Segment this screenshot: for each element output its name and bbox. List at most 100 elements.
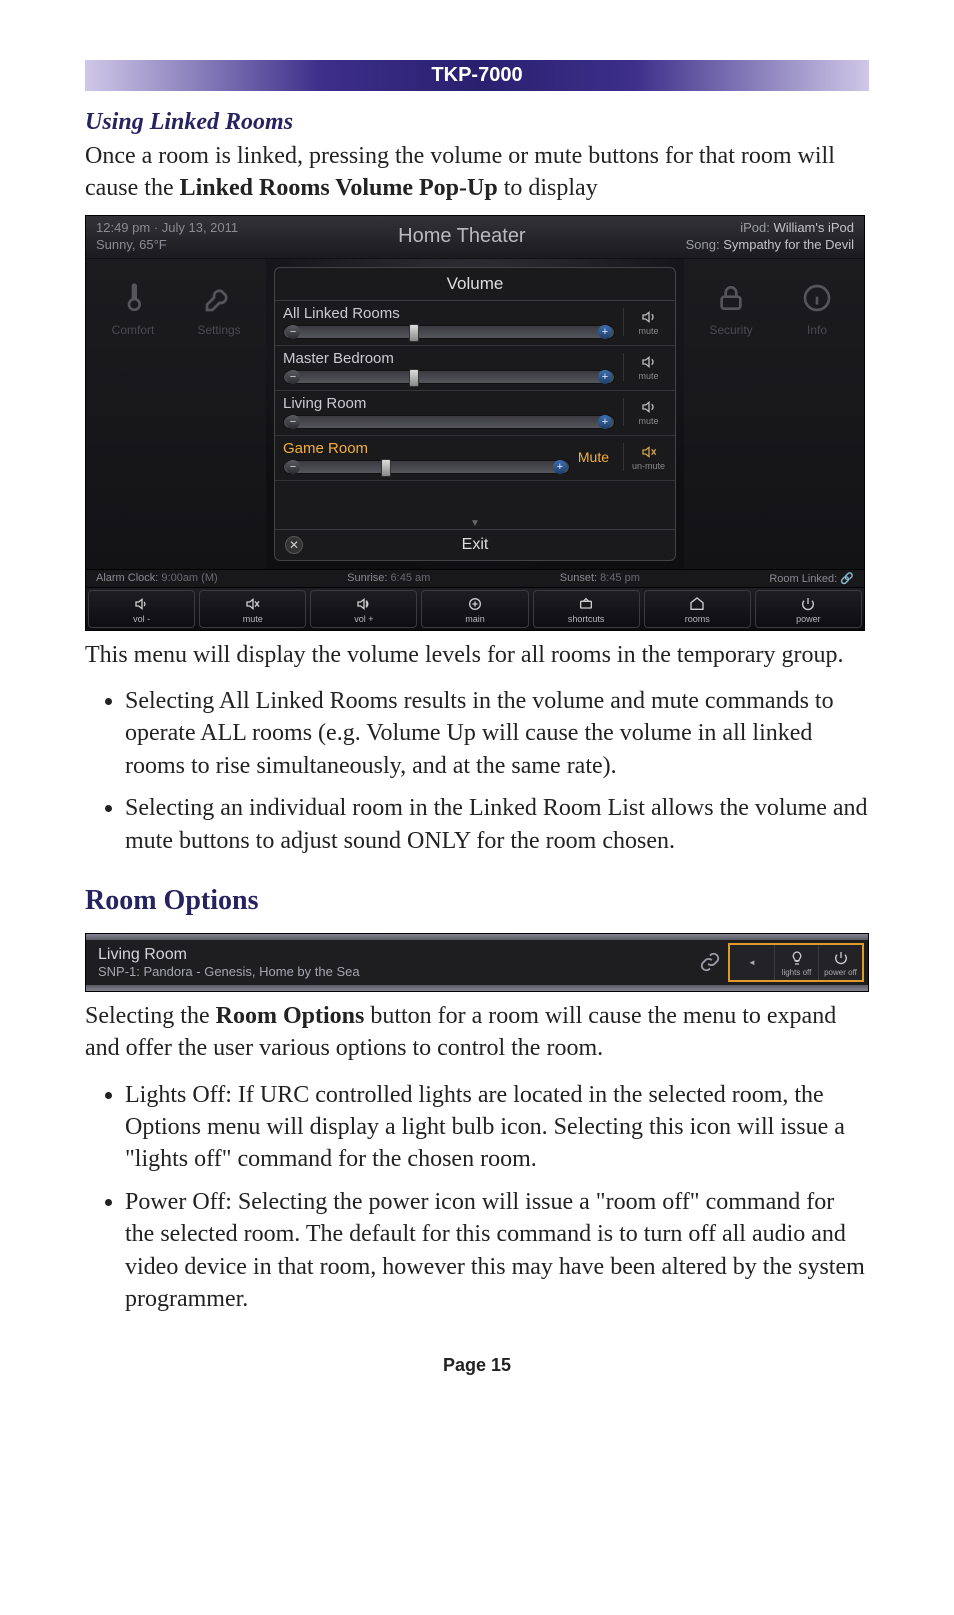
room-options-bullets: Lights Off: If URC controlled lights are… (125, 1079, 869, 1316)
mute-button[interactable]: mute (623, 353, 667, 381)
b1-bold: All Linked Rooms (219, 688, 398, 714)
bottom-button-label: rooms (685, 614, 710, 624)
info-icon (796, 277, 838, 319)
volume-slider[interactable]: −+ (283, 370, 615, 384)
bb1-post: : If URC controlled lights are located i… (125, 1082, 845, 1173)
bb1-bold: Lights Off (125, 1082, 225, 1108)
now-playing: SNP-1: Pandora - Genesis, Home by the Se… (98, 964, 680, 979)
slider-plus-button[interactable]: + (598, 370, 612, 384)
power-off-label: power off (824, 968, 857, 977)
sunrise-value: 6:45 am (391, 572, 431, 584)
tile-comfort[interactable]: Comfort (103, 277, 163, 337)
vol-minus-icon (133, 595, 151, 613)
power-off-button[interactable]: power off (818, 945, 862, 980)
slider-plus-button[interactable]: + (598, 325, 612, 339)
slider-plus-button[interactable]: + (553, 460, 567, 474)
volume-row[interactable]: All Linked Rooms−+mute (275, 301, 675, 346)
mute-icon (244, 595, 262, 613)
bottom-shortcuts-button[interactable]: shortcuts (533, 590, 640, 628)
volume-row[interactable]: Game Room−+Muteun-mute (275, 436, 675, 481)
slider-plus-button[interactable]: + (598, 415, 612, 429)
bullet-lights-off: Lights Off: If URC controlled lights are… (125, 1079, 869, 1176)
speaker-icon (639, 353, 659, 371)
as2-bold: Room Options (216, 1003, 365, 1029)
tile-settings[interactable]: Settings (189, 277, 249, 337)
page-number: Page 15 (85, 1355, 869, 1376)
bottom-vol-minus-button[interactable]: vol - (88, 590, 195, 628)
linked-rooms-bullets: Selecting All Linked Rooms results in th… (125, 685, 869, 857)
screen-title: Home Theater (398, 225, 525, 248)
bottom-rooms-button[interactable]: rooms (644, 590, 751, 628)
mute-button[interactable]: mute (623, 308, 667, 336)
lights-off-button[interactable]: lights off (774, 945, 818, 980)
tile-security[interactable]: Security (701, 277, 761, 337)
close-icon[interactable]: ✕ (285, 536, 303, 554)
left-side-tiles: Comfort Settings (86, 259, 266, 569)
weather: Sunny, 65°F (96, 237, 238, 254)
bottom-power-button[interactable]: power (755, 590, 862, 628)
speaker-icon (639, 308, 659, 326)
tile-comfort-label: Comfort (112, 323, 155, 337)
slider-minus-button[interactable]: − (286, 415, 300, 429)
bottom-vol-plus-button[interactable]: vol + (310, 590, 417, 628)
collapse-button[interactable]: ◄ (730, 945, 774, 980)
slider-minus-button[interactable]: − (286, 370, 300, 384)
bb2-bold: Power Off (125, 1189, 225, 1215)
tile-info[interactable]: Info (787, 277, 847, 337)
power-icon (833, 948, 849, 968)
mute-button[interactable]: mute (623, 398, 667, 426)
after-scr2-text: Selecting the Room Options button for a … (85, 1000, 869, 1065)
volume-slider[interactable]: −+ (283, 460, 570, 474)
intro-bold: Linked Rooms Volume Pop-Up (180, 175, 498, 201)
volume-row[interactable]: Master Bedroom−+mute (275, 346, 675, 391)
room-info[interactable]: Living Room SNP-1: Pandora - Genesis, Ho… (86, 940, 692, 985)
bottom-main-button[interactable]: main (421, 590, 528, 628)
volume-slider[interactable]: −+ (283, 415, 615, 429)
mute-cell-label: mute (638, 371, 658, 381)
slider-thumb[interactable] (381, 459, 391, 477)
bb2-post: : Selecting the power icon will issue a … (125, 1189, 865, 1312)
lightbulb-icon (789, 948, 805, 968)
as2-pre: Selecting the (85, 1003, 216, 1029)
tile-security-label: Security (709, 323, 752, 337)
bottom-button-label: main (465, 614, 485, 624)
volume-popup-panel: Volume All Linked Rooms−+muteMaster Bedr… (274, 267, 676, 561)
bottom-button-label: shortcuts (568, 614, 605, 624)
slider-minus-button[interactable]: − (286, 460, 300, 474)
after-scr1-text: This menu will display the volume levels… (85, 639, 869, 671)
room-options-box: ◄ lights off power off (728, 943, 864, 982)
sunset-value: 8:45 pm (600, 572, 640, 584)
bottom-button-label: vol - (133, 614, 150, 624)
scroll-down-chevron-icon[interactable]: ▼ (275, 518, 675, 529)
mute-cell-label: un-mute (632, 461, 665, 471)
volume-slider[interactable]: −+ (283, 325, 615, 339)
section-room-options: Room Options (85, 885, 869, 917)
exit-row[interactable]: ✕ Exit (275, 529, 675, 560)
subsection-title: Using Linked Rooms (85, 109, 869, 136)
bottom-mute-button[interactable]: mute (199, 590, 306, 628)
b2-pre: Selecting an individual room in the (125, 795, 469, 821)
mute-indicator: Mute (578, 449, 615, 465)
alarm-label: Alarm Clock: (96, 572, 158, 584)
mute-button[interactable]: un-mute (623, 443, 667, 471)
intro-post: to display (498, 175, 598, 201)
tile-settings-label: Settings (197, 323, 240, 337)
top-status-bar: 12:49 pm · July 13, 2011 Sunny, 65°F Hom… (86, 216, 864, 259)
slider-minus-button[interactable]: − (286, 325, 300, 339)
thermometer-icon (112, 277, 154, 319)
slider-thumb[interactable] (409, 324, 419, 342)
right-side-tiles: Security Info (684, 259, 864, 569)
roomlinked-label: Room Linked: (769, 573, 837, 585)
vol-plus-icon (355, 595, 373, 613)
link-room-icon[interactable] (692, 951, 728, 973)
lights-off-label: lights off (782, 968, 812, 977)
room-name-label: Living Room (283, 395, 615, 412)
screenshot-room-options-bar: Living Room SNP-1: Pandora - Genesis, Ho… (85, 933, 869, 992)
slider-thumb[interactable] (409, 369, 419, 387)
bottom-button-label: mute (243, 614, 263, 624)
screenshot-volume-popup: 12:49 pm · July 13, 2011 Sunny, 65°F Hom… (85, 215, 865, 631)
link-icon: 🔗 (840, 573, 854, 585)
tile-info-label: Info (807, 323, 827, 337)
volume-row[interactable]: Living Room−+mute (275, 391, 675, 436)
speaker-muted-icon (639, 443, 659, 461)
